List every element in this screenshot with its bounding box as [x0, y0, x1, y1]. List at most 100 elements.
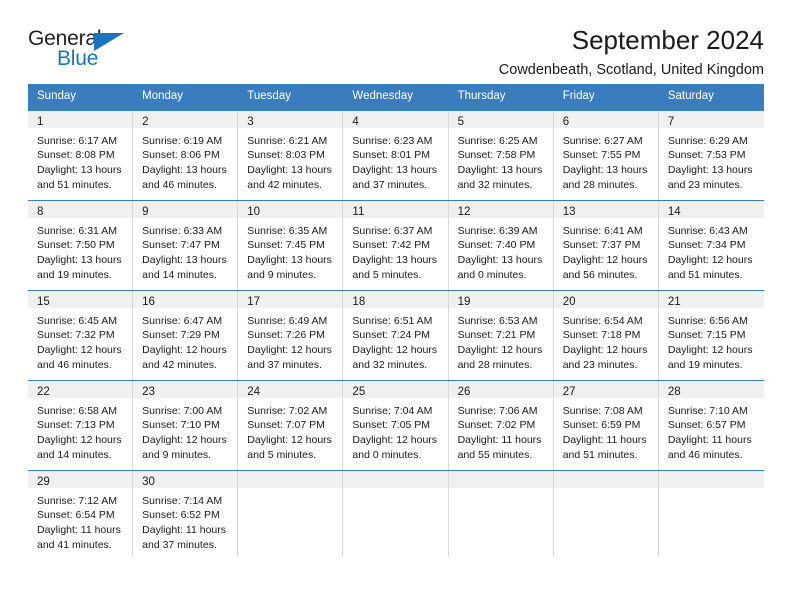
day-cell[interactable]: 30 Sunrise: 7:14 AM Sunset: 6:52 PM Dayl…: [133, 470, 239, 557]
day-number-band: 23: [133, 380, 238, 398]
day-number-band: 22: [28, 380, 133, 398]
day-cell[interactable]: 24 Sunrise: 7:02 AM Sunset: 7:07 PM Dayl…: [238, 380, 344, 470]
sunrise-text: Sunrise: 6:54 AM: [562, 314, 643, 327]
sunrise-text: Sunrise: 6:49 AM: [247, 314, 328, 327]
sunset-text: Sunset: 6:54 PM: [37, 509, 115, 522]
day-number-band: 18: [343, 290, 448, 308]
daylight-text-line2: and 37 minutes.: [142, 538, 217, 551]
daylight-text-line2: and 5 minutes.: [247, 448, 317, 461]
day-details: Sunrise: 6:23 AM Sunset: 8:01 PM Dayligh…: [343, 128, 447, 192]
daylight-text-line1: Daylight: 12 hours: [247, 433, 332, 446]
day-cell[interactable]: 17 Sunrise: 6:49 AM Sunset: 7:26 PM Dayl…: [238, 290, 344, 380]
day-number-band: 25: [343, 380, 448, 398]
day-cell[interactable]: 22 Sunrise: 6:58 AM Sunset: 7:13 PM Dayl…: [28, 380, 134, 470]
weekday-header-friday: Friday: [562, 90, 595, 102]
sunrise-text: Sunrise: 7:06 AM: [457, 404, 538, 417]
day-cell[interactable]: 8 Sunrise: 6:31 AM Sunset: 7:50 PM Dayli…: [28, 200, 134, 290]
day-cell[interactable]: 14 Sunrise: 6:43 AM Sunset: 7:34 PM Dayl…: [658, 200, 764, 290]
daylight-text-line1: Daylight: 13 hours: [667, 163, 753, 176]
day-details: Sunrise: 6:17 AM Sunset: 8:08 PM Dayligh…: [28, 128, 132, 192]
daylight-text-line2: and 28 minutes.: [562, 178, 638, 191]
day-details: Sunrise: 6:29 AM Sunset: 7:53 PM Dayligh…: [659, 128, 764, 192]
day-number-band: [343, 470, 448, 488]
day-cell[interactable]: 13 Sunrise: 6:41 AM Sunset: 7:37 PM Dayl…: [553, 200, 659, 290]
sunset-text: Sunset: 7:15 PM: [667, 329, 746, 342]
day-cell[interactable]: 21 Sunrise: 6:56 AM Sunset: 7:15 PM Dayl…: [658, 290, 764, 380]
daylight-text-line2: and 37 minutes.: [352, 178, 428, 191]
day-cell[interactable]: 27 Sunrise: 7:08 AM Sunset: 6:59 PM Dayl…: [553, 380, 659, 470]
day-number: 14: [667, 205, 681, 218]
sunset-text: Sunset: 7:58 PM: [457, 149, 536, 162]
daylight-text-line1: Daylight: 11 hours: [667, 433, 752, 446]
day-details: Sunrise: 6:39 AM Sunset: 7:40 PM Dayligh…: [449, 218, 553, 282]
day-cell[interactable]: 2 Sunrise: 6:19 AM Sunset: 8:06 PM Dayli…: [133, 110, 239, 200]
daylight-text-line1: Daylight: 12 hours: [247, 343, 332, 356]
sunrise-text: Sunrise: 7:10 AM: [667, 404, 748, 417]
day-cell[interactable]: 11 Sunrise: 6:37 AM Sunset: 7:42 PM Dayl…: [343, 200, 449, 290]
daylight-text-line2: and 14 minutes.: [142, 268, 217, 281]
daylight-text-line1: Daylight: 12 hours: [667, 253, 753, 266]
sunset-text: Sunset: 8:06 PM: [142, 149, 220, 162]
sunset-text: Sunset: 7:40 PM: [457, 239, 536, 252]
sunset-text: Sunset: 7:05 PM: [352, 419, 431, 432]
sunset-text: Sunset: 8:03 PM: [247, 149, 325, 162]
daylight-text-line2: and 37 minutes.: [247, 358, 322, 371]
daylight-text-line2: and 46 minutes.: [667, 448, 743, 461]
title-block: September 2024 Cowdenbeath, Scotland, Un…: [498, 25, 764, 80]
day-cell[interactable]: 7 Sunrise: 6:29 AM Sunset: 7:53 PM Dayli…: [658, 110, 764, 200]
sunset-text: Sunset: 8:01 PM: [352, 149, 431, 162]
day-number: 30: [142, 475, 155, 488]
day-number-band: 28: [658, 380, 764, 398]
daylight-text-line2: and 42 minutes.: [142, 358, 217, 371]
daylight-text-line2: and 51 minutes.: [667, 268, 743, 281]
day-cell[interactable]: 16 Sunrise: 6:47 AM Sunset: 7:29 PM Dayl…: [133, 290, 239, 380]
day-cell[interactable]: 3 Sunrise: 6:21 AM Sunset: 8:03 PM Dayli…: [238, 110, 344, 200]
page-subtitle: Cowdenbeath, Scotland, United Kingdom: [498, 62, 764, 79]
calendar-week-row: 15 Sunrise: 6:45 AM Sunset: 7:32 PM Dayl…: [28, 289, 764, 380]
sunrise-text: Sunrise: 6:19 AM: [142, 134, 223, 147]
day-cell[interactable]: 6 Sunrise: 6:27 AM Sunset: 7:55 PM Dayli…: [553, 110, 659, 200]
day-number-band: 13: [553, 200, 658, 218]
daylight-text-line2: and 9 minutes.: [142, 448, 212, 461]
day-cell-empty: [238, 470, 344, 557]
sunrise-text: Sunrise: 6:39 AM: [457, 224, 538, 237]
weekday-header-monday: Monday: [142, 90, 184, 102]
day-cell[interactable]: 10 Sunrise: 6:35 AM Sunset: 7:45 PM Dayl…: [238, 200, 344, 290]
sunset-text: Sunset: 7:13 PM: [37, 419, 115, 432]
day-details: Sunrise: 6:47 AM Sunset: 7:29 PM Dayligh…: [133, 308, 237, 372]
sunrise-text: Sunrise: 7:12 AM: [37, 494, 117, 507]
sunset-text: Sunset: 7:50 PM: [37, 239, 115, 252]
day-cell[interactable]: 4 Sunrise: 6:23 AM Sunset: 8:01 PM Dayli…: [343, 110, 449, 200]
day-cell[interactable]: 18 Sunrise: 6:51 AM Sunset: 7:24 PM Dayl…: [343, 290, 449, 380]
sunset-text: Sunset: 6:57 PM: [667, 419, 746, 432]
day-number-band: 1: [28, 110, 133, 128]
daylight-text-line2: and 32 minutes.: [352, 358, 428, 371]
sunset-text: Sunset: 7:02 PM: [457, 419, 536, 432]
day-cell[interactable]: 25 Sunrise: 7:04 AM Sunset: 7:05 PM Dayl…: [343, 380, 449, 470]
day-details: Sunrise: 7:12 AM Sunset: 6:54 PM Dayligh…: [28, 488, 132, 552]
day-number: 3: [247, 115, 254, 128]
sunrise-text: Sunrise: 6:17 AM: [37, 134, 117, 147]
day-number: 21: [667, 295, 681, 308]
day-details: Sunrise: 7:02 AM Sunset: 7:07 PM Dayligh…: [238, 398, 342, 462]
daylight-text-line1: Daylight: 13 hours: [142, 253, 227, 266]
day-cell[interactable]: 12 Sunrise: 6:39 AM Sunset: 7:40 PM Dayl…: [448, 200, 554, 290]
day-details: Sunrise: 7:10 AM Sunset: 6:57 PM Dayligh…: [659, 398, 764, 462]
day-cell[interactable]: 26 Sunrise: 7:06 AM Sunset: 7:02 PM Dayl…: [448, 380, 554, 470]
day-cell[interactable]: 19 Sunrise: 6:53 AM Sunset: 7:21 PM Dayl…: [448, 290, 554, 380]
daylight-text-line1: Daylight: 13 hours: [352, 163, 438, 176]
day-cell[interactable]: 5 Sunrise: 6:25 AM Sunset: 7:58 PM Dayli…: [448, 110, 554, 200]
sunrise-text: Sunrise: 7:14 AM: [142, 494, 223, 507]
day-cell[interactable]: 15 Sunrise: 6:45 AM Sunset: 7:32 PM Dayl…: [28, 290, 134, 380]
day-cell[interactable]: 1 Sunrise: 6:17 AM Sunset: 8:08 PM Dayli…: [28, 110, 134, 200]
day-cell[interactable]: 20 Sunrise: 6:54 AM Sunset: 7:18 PM Dayl…: [553, 290, 659, 380]
day-number: 13: [562, 205, 576, 218]
day-cell[interactable]: 9 Sunrise: 6:33 AM Sunset: 7:47 PM Dayli…: [133, 200, 239, 290]
day-cell[interactable]: 28 Sunrise: 7:10 AM Sunset: 6:57 PM Dayl…: [658, 380, 764, 470]
daylight-text-line2: and 56 minutes.: [562, 268, 638, 281]
day-number-band: [553, 470, 658, 488]
weekday-header-thursday: Thursday: [457, 90, 506, 102]
day-cell[interactable]: 29 Sunrise: 7:12 AM Sunset: 6:54 PM Dayl…: [28, 470, 134, 557]
sunset-text: Sunset: 7:26 PM: [247, 329, 325, 342]
day-cell[interactable]: 23 Sunrise: 7:00 AM Sunset: 7:10 PM Dayl…: [133, 380, 239, 470]
